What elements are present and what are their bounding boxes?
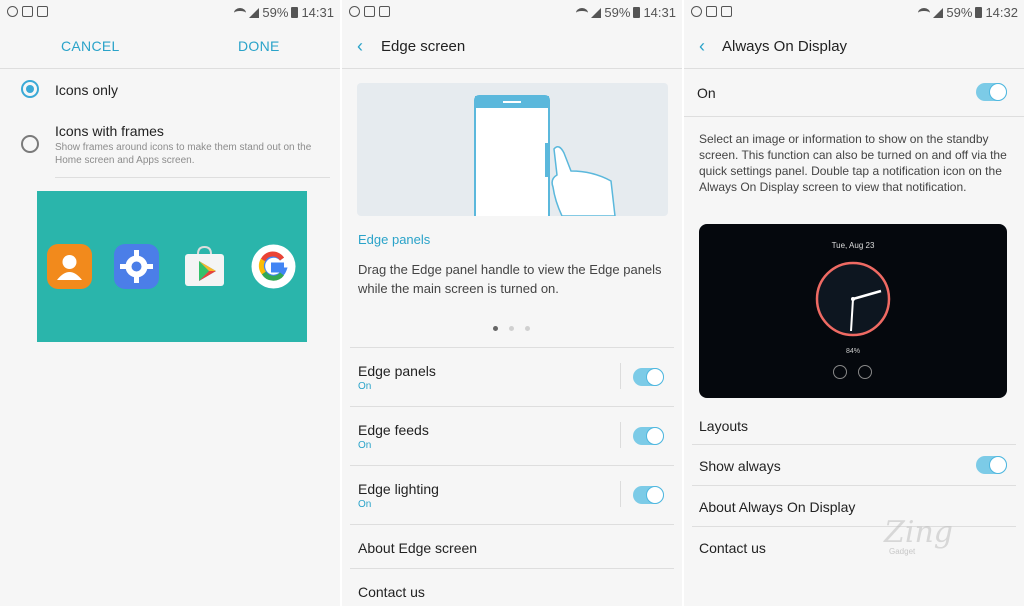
row-title: Edge panels [358,363,436,379]
gallery-notification-icon [22,6,33,17]
aod-battery: 84% [845,348,860,355]
wifi-icon [234,7,247,18]
aod-description: Select an image or information to show o… [699,132,1007,194]
carousel-indicator [493,326,530,331]
back-chevron-icon[interactable]: ‹ [357,36,363,57]
separator [620,363,621,389]
row-title: Edge lighting [358,481,439,497]
about-aod-item[interactable]: About Always On Display [699,499,855,515]
wifi-icon [918,7,931,18]
play-store-icon [185,245,224,286]
row-status: On [358,440,372,451]
gallery-notification-icon [706,6,717,17]
divider [0,68,340,69]
aod-preview: Tue, Aug 23 84% [699,224,1007,398]
settings-icon [114,244,159,289]
phone-hand-illustration [474,95,616,216]
contact-us-item[interactable]: Contact us [699,540,766,556]
divider [350,465,674,466]
radio-icons-only[interactable] [21,80,39,98]
signal-icon [249,7,260,18]
status-bar: 59% 14:31 [342,0,682,26]
option-label-icons-only: Icons only [55,82,119,98]
battery-percent: 59% [604,5,631,20]
edge-feeds-toggle[interactable] [633,427,664,445]
contacts-icon [47,244,92,289]
signal-icon [591,7,602,18]
divider [350,568,674,569]
status-bar: 59% 14:31 [0,0,340,26]
divider [692,526,1016,527]
whatsapp-icon [7,6,18,17]
edge-panels-toggle[interactable] [633,368,664,386]
back-chevron-icon[interactable]: ‹ [699,36,705,57]
battery-icon [633,7,641,18]
edge-lighting-toggle[interactable] [633,486,664,504]
done-button[interactable]: DONE [238,38,280,54]
divider [692,485,1016,486]
message-icon [858,365,872,379]
edge-illustration [357,83,668,216]
divider [350,524,674,525]
separator [620,422,621,448]
aod-date: Tue, Aug 23 [831,241,875,250]
notification-icon [379,6,390,17]
battery-icon [291,7,299,18]
always-on-display-settings: 59% 14:32 ‹ Always On Display On Select … [684,0,1024,606]
edge-screen-settings: 59% 14:31 ‹ Edge screen Edge panels Drag… [342,0,682,606]
divider [55,177,330,178]
row-title: Show always [699,458,781,474]
watermark-subtext: Gadget [889,547,916,556]
signal-icon [933,7,944,18]
notification-icon [721,6,732,17]
always-on-display-toggle[interactable] [976,83,1007,101]
carousel-dot [525,326,530,331]
clock: 14:31 [301,5,334,20]
divider [350,406,674,407]
clock: 14:32 [985,5,1018,20]
action-bar: CANCEL DONE [0,28,340,66]
section-link-edge-panels[interactable]: Edge panels [358,232,430,247]
contact-us-item[interactable]: Contact us [358,584,425,600]
battery-percent: 59% [262,5,289,20]
row-status: On [358,381,372,392]
cancel-button[interactable]: CANCEL [61,38,120,54]
option-label-icons-with-frames: Icons with frames [55,123,164,139]
wifi-icon [576,7,589,18]
icon-preview [37,191,307,342]
watermark-logo: Zing [884,515,953,550]
edge-description: Drag the Edge panel handle to view the E… [358,262,662,296]
divider [684,68,1024,69]
google-icon [251,244,296,289]
separator [620,481,621,507]
clock: 14:31 [643,5,676,20]
status-bar: 59% 14:32 [684,0,1024,26]
layouts-item[interactable]: Layouts [699,418,748,434]
gallery-notification-icon [364,6,375,17]
missed-call-icon [833,365,847,379]
divider [692,444,1016,445]
whatsapp-icon [691,6,702,17]
radio-icons-with-frames[interactable] [21,135,39,153]
row-title: Edge feeds [358,422,429,438]
option-description: Show frames around icons to make them st… [55,142,312,166]
divider [684,116,1024,117]
page-title: Always On Display [722,38,848,55]
master-switch-label: On [697,85,716,101]
show-always-toggle[interactable] [976,456,1007,474]
divider [342,68,682,69]
analog-clock-icon [815,261,891,337]
battery-percent: 59% [946,5,973,20]
row-status: On [358,499,372,510]
carousel-dot-active [493,326,498,331]
notification-icon [37,6,48,17]
battery-icon [975,7,983,18]
divider [350,347,674,348]
about-edge-screen-item[interactable]: About Edge screen [358,540,477,556]
carousel-dot [509,326,514,331]
whatsapp-icon [349,6,360,17]
icon-frames-screen: 59% 14:31 CANCEL DONE Icons only Icons w… [0,0,340,606]
page-title: Edge screen [381,38,466,55]
